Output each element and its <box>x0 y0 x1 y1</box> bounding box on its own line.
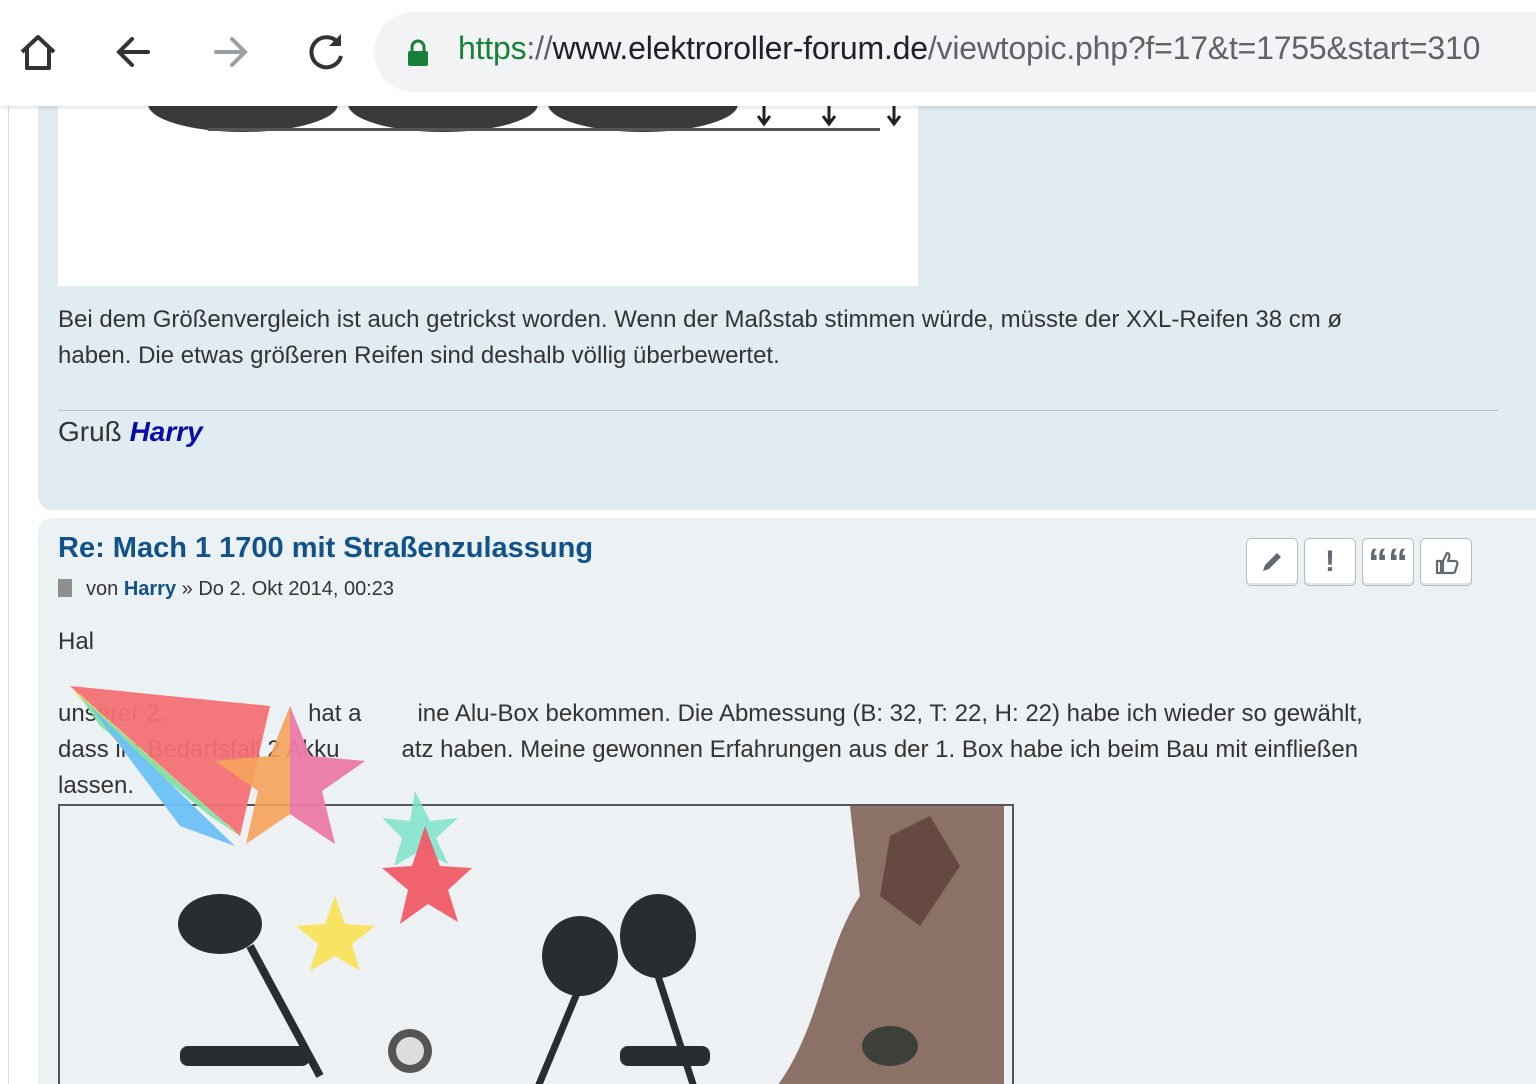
url-path: /viewtopic.php?f=17&t=1755&start=310 <box>927 30 1481 66</box>
signature-greeting: Gruß <box>58 416 122 447</box>
back-icon <box>116 37 150 67</box>
meta-separator: » <box>181 578 193 600</box>
reload-icon <box>309 34 343 70</box>
post-greeting: Hal <box>58 628 95 655</box>
post-meta: von Harry » Do 2. Okt 2014, 00:23 <box>58 578 394 601</box>
quote-button[interactable]: ““ <box>1362 538 1414 586</box>
url-host: www.elektroroller-forum.de <box>552 30 928 66</box>
post-body-line: Bei dem Größenvergleich ist auch getrick… <box>58 306 1343 333</box>
quote-icon: ““ <box>1368 541 1408 585</box>
post-file-icon[interactable] <box>58 579 72 597</box>
post-author-link[interactable]: Harry <box>124 578 176 600</box>
post-date: Do 2. Okt 2014, 00:23 <box>198 578 395 600</box>
like-icon <box>1435 551 1459 575</box>
forward-icon <box>214 37 248 67</box>
report-icon: ! <box>1325 545 1335 578</box>
post-title[interactable]: Re: Mach 1 1700 mit Straßenzulassung <box>58 532 593 565</box>
edit-button[interactable] <box>1246 538 1298 586</box>
post-previous: Bei dem Größenvergleich ist auch getrick… <box>38 106 1536 510</box>
post-text-fragment: ine Alu-Box bekommen. Die Abmessung (B: … <box>417 700 1363 727</box>
home-icon <box>20 35 56 70</box>
post-text-fragment: atz haben. Meine gewonnen Erfahrungen au… <box>401 736 1359 763</box>
back-button[interactable] <box>104 22 164 82</box>
url-scheme: https <box>458 30 527 66</box>
signature: Gruß Harry <box>58 416 203 448</box>
post-body-line: haben. Die etwas größeren Reifen sind de… <box>58 342 780 369</box>
signature-divider <box>58 410 1498 411</box>
shooting-star-sticker <box>70 686 472 971</box>
lock-icon <box>408 39 428 66</box>
forum-page: Bei dem Größenvergleich ist auch getrick… <box>0 106 1536 1084</box>
tire-comparison-image[interactable] <box>58 106 918 286</box>
page-border <box>8 106 9 1084</box>
url-separator: :// <box>526 30 553 66</box>
browser-toolbar: https://www.elektroroller-forum.de/viewt… <box>0 0 1536 106</box>
report-button[interactable]: ! <box>1304 538 1356 586</box>
edit-icon <box>1263 553 1281 571</box>
home-button[interactable] <box>8 22 68 82</box>
signature-name: Harry <box>129 416 203 447</box>
like-button[interactable] <box>1420 538 1472 586</box>
meta-prefix: von <box>86 578 119 600</box>
reload-button[interactable] <box>296 22 356 82</box>
forward-button[interactable] <box>200 22 260 82</box>
url-text[interactable]: https://www.elektroroller-forum.de/viewt… <box>458 30 1480 67</box>
address-bar[interactable]: https://www.elektroroller-forum.de/viewt… <box>374 12 1536 92</box>
